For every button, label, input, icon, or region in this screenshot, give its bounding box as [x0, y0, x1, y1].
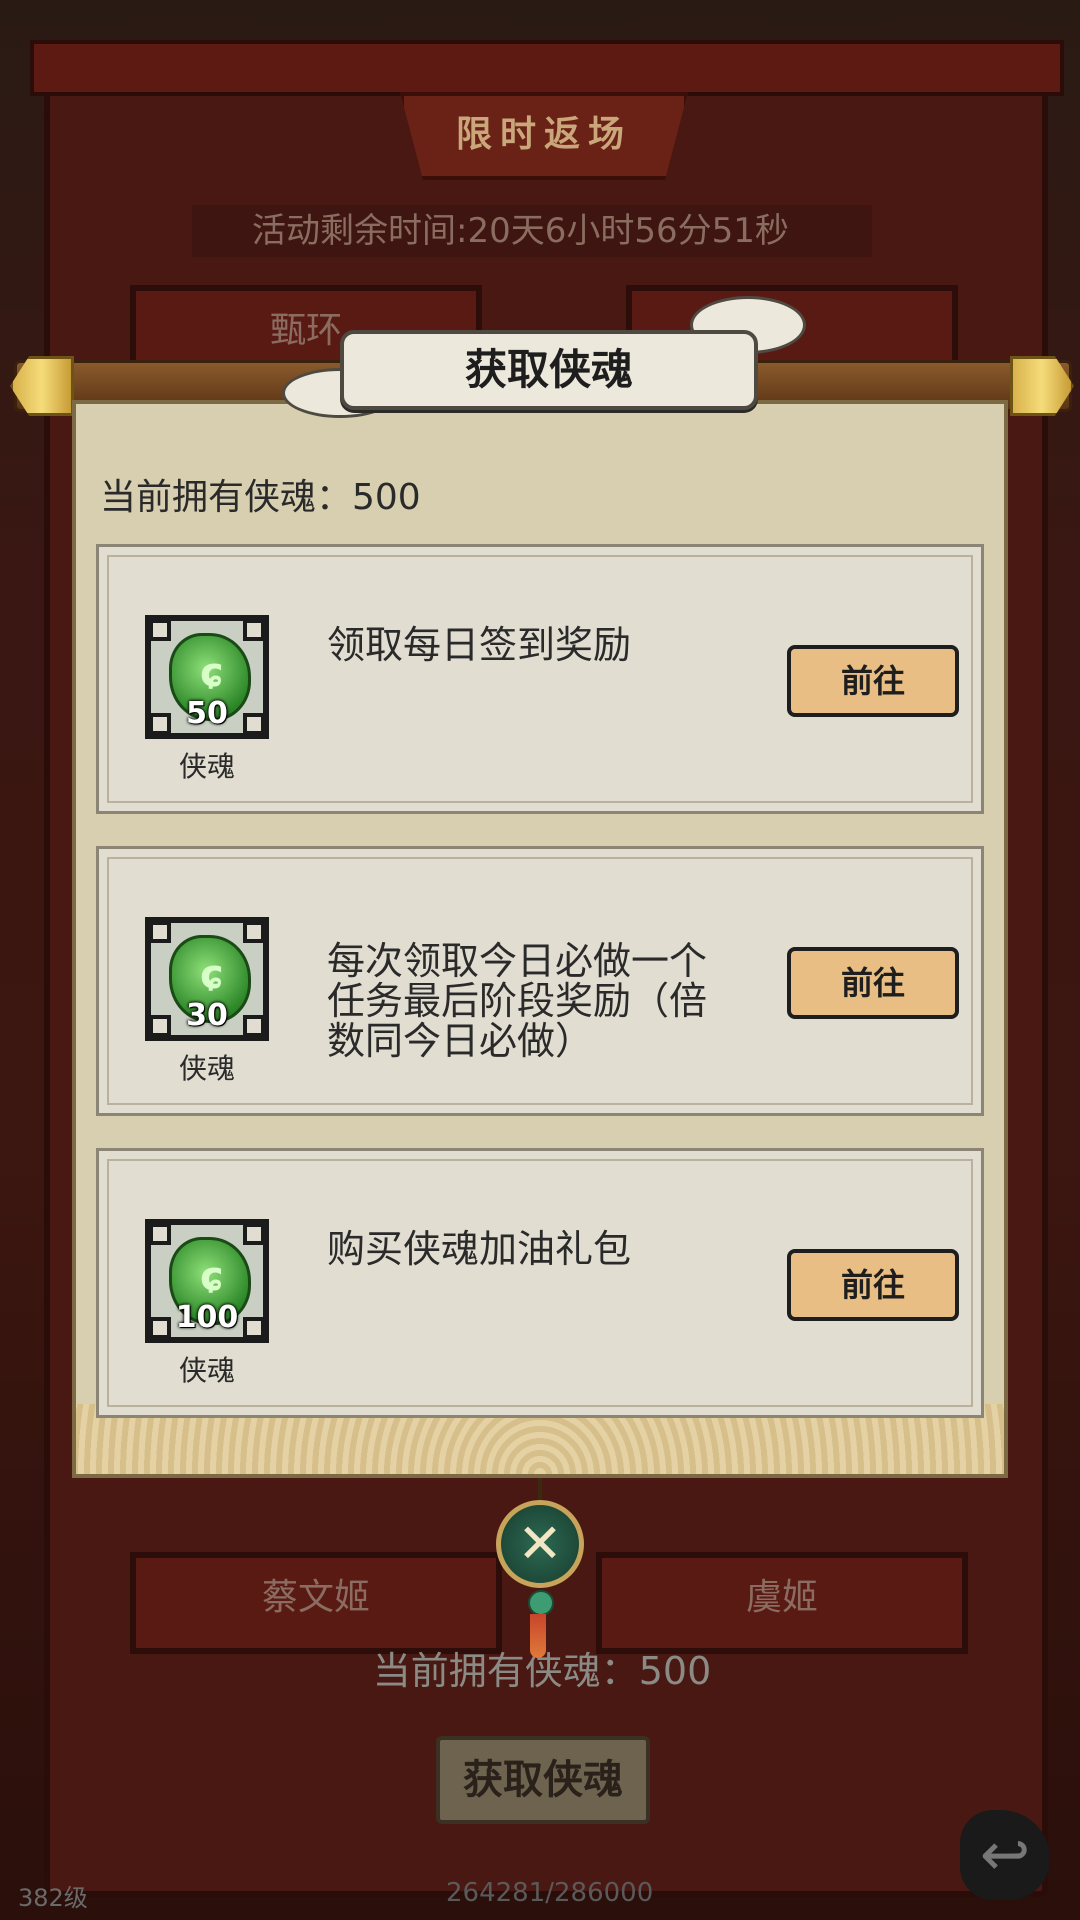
crossed-swords-close-icon: ✕ [517, 1512, 563, 1575]
owned-soul-count: 当前拥有侠魂：500 [100, 477, 421, 518]
task-row: ɕ 50 侠魂 领取每日签到奖励 前往 [96, 544, 984, 814]
character-name: 虞姬 [745, 1577, 818, 1618]
event-timer: 活动剩余时间:20天6小时56分51秒 [192, 205, 872, 257]
task-description: 领取每日签到奖励 [327, 623, 632, 667]
close-bead [528, 1590, 554, 1616]
task-row: ɕ 100 侠魂 购买侠魂加油礼包 前往 [96, 1148, 984, 1418]
exp-progress-text: 264281/286000 [446, 1878, 654, 1908]
event-banner: 限时返场 [400, 92, 688, 180]
reward-name: 侠魂 [178, 1052, 235, 1085]
go-button[interactable]: 前往 [787, 947, 959, 1019]
reward-quantity: 30 [186, 998, 228, 1033]
character-name: 蔡文姬 [261, 1577, 370, 1618]
reward-icon-frame: ɕ 100 [145, 1219, 269, 1343]
character-card-bottom-left: 蔡文姬 [130, 1552, 502, 1654]
reward-quantity: 100 [175, 1300, 239, 1335]
go-button[interactable]: 前往 [787, 645, 959, 717]
reward-icon-frame: ɕ 30 [145, 917, 269, 1041]
close-tassel [530, 1614, 546, 1658]
dialog-title-plaque: 获取侠魂 [340, 330, 758, 410]
task-description: 每次领取今日必做一个任务最后阶段奖励（倍数同今日必做） [327, 939, 708, 1063]
task-row: ɕ 30 侠魂 每次领取今日必做一个任务最后阶段奖励（倍数同今日必做） 前往 [96, 846, 984, 1116]
close-button[interactable]: ✕ [496, 1500, 584, 1588]
reward-quantity: 50 [186, 696, 228, 731]
task-description: 购买侠魂加油礼包 [327, 1227, 632, 1271]
reward-name: 侠魂 [178, 1354, 235, 1387]
reward-name: 侠魂 [178, 750, 235, 783]
player-level: 382级 [18, 1884, 88, 1912]
background-get-soul-button: 获取侠魂 [436, 1736, 650, 1824]
character-card-bottom-right: 虞姬 [596, 1552, 968, 1654]
event-banner-title: 限时返场 [455, 113, 632, 155]
dialog-title: 获取侠魂 [464, 345, 633, 394]
go-button[interactable]: 前往 [787, 1249, 959, 1321]
reward-icon-frame: ɕ 50 [145, 615, 269, 739]
event-top-bar [30, 40, 1064, 96]
